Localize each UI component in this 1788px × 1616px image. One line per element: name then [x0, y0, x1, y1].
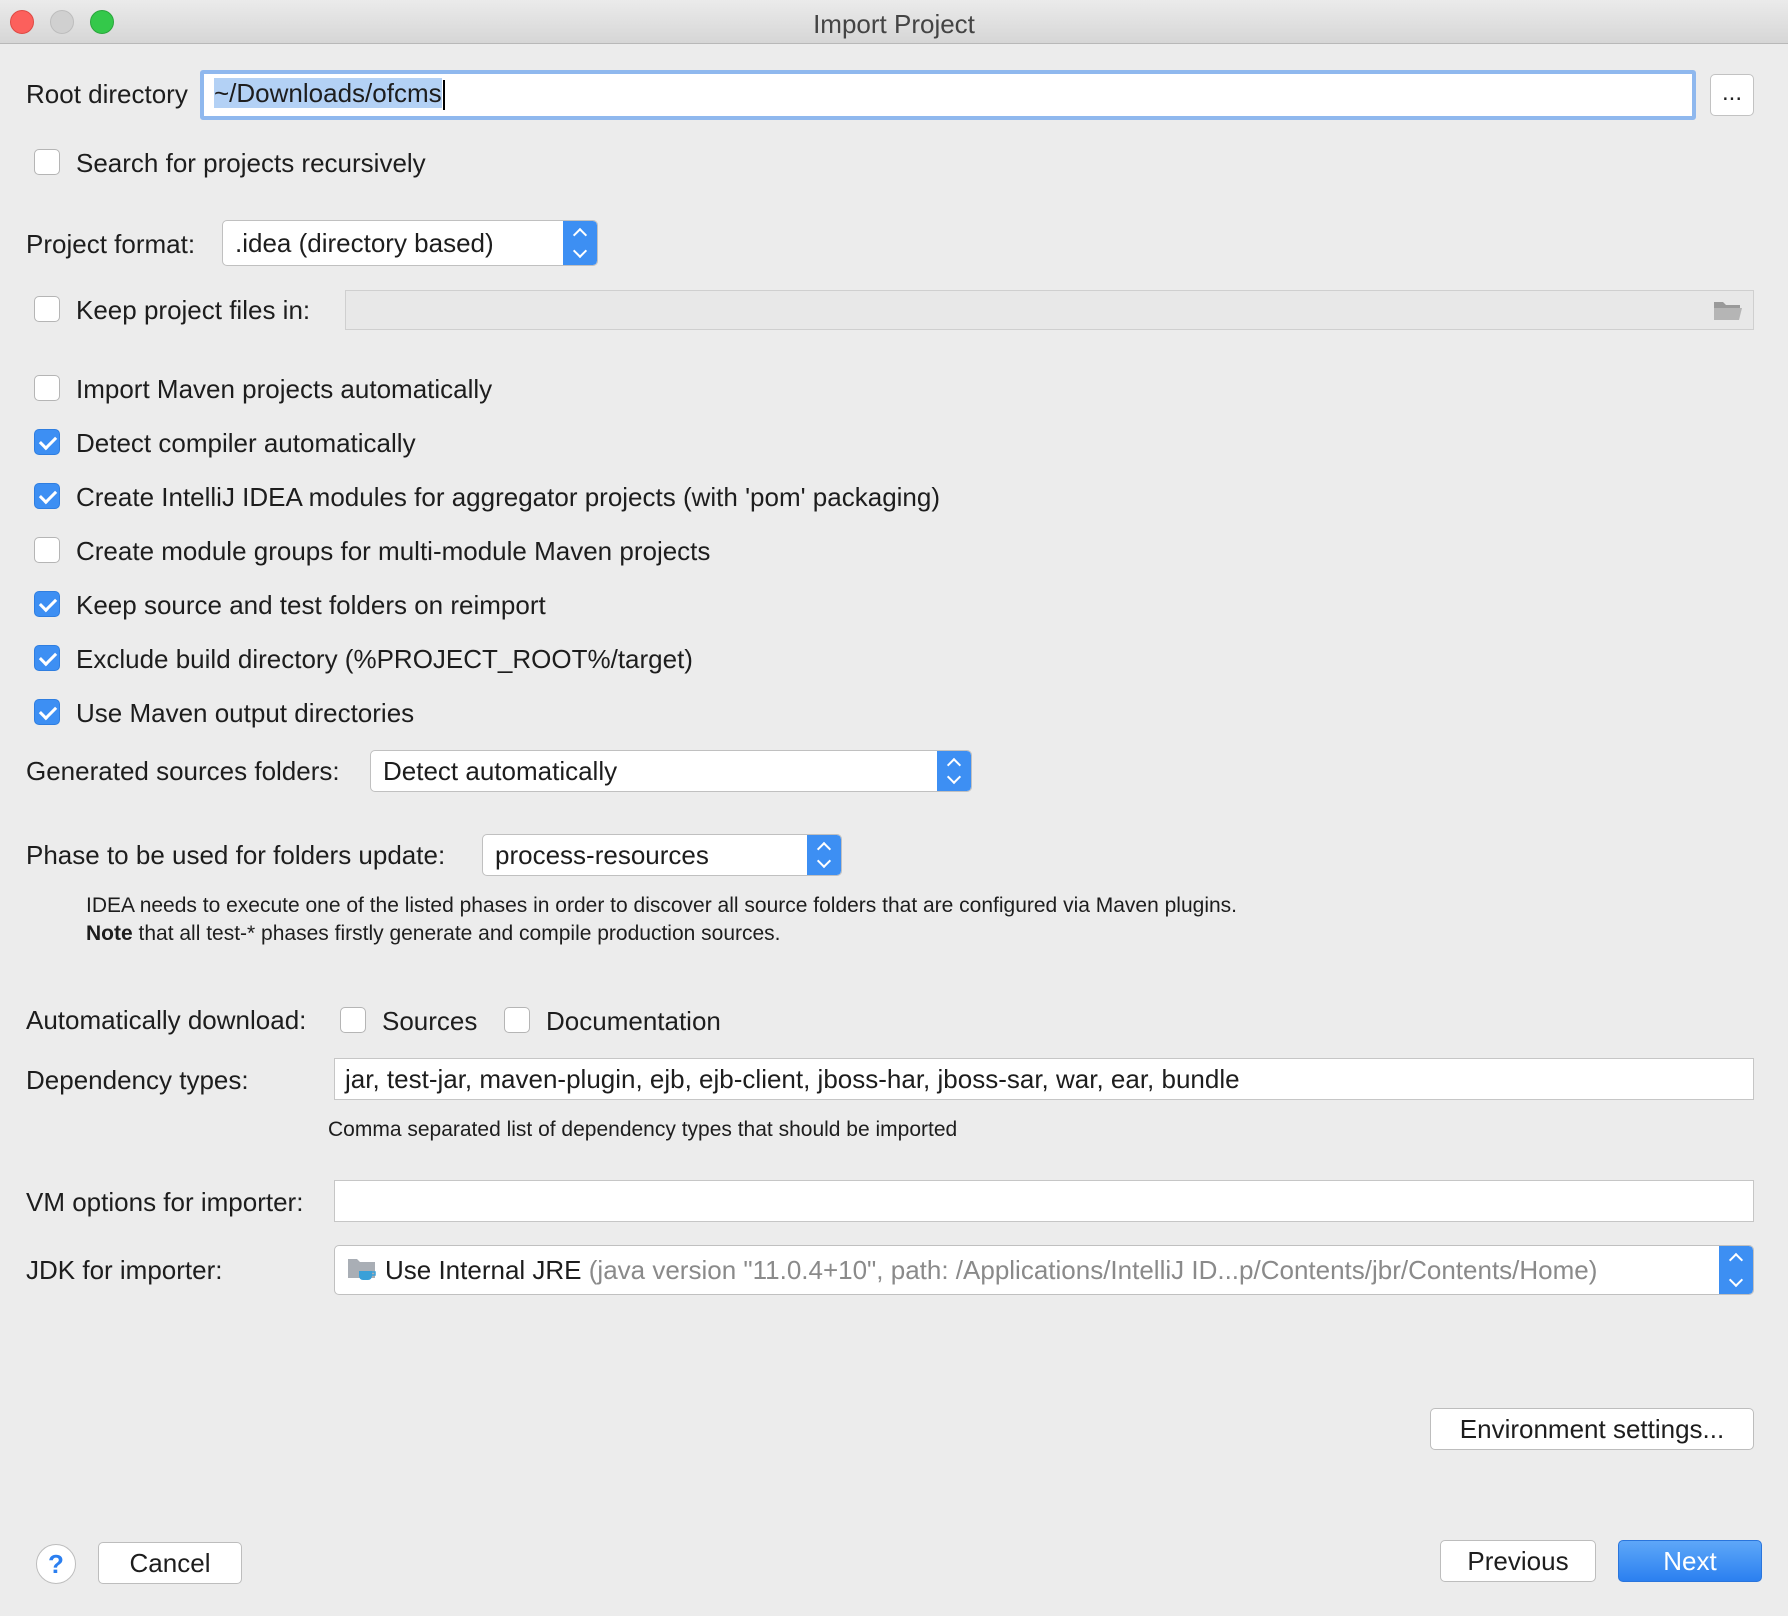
dependency-types-input[interactable]: jar, test-jar, maven-plugin, ejb, ejb-cl… [334, 1058, 1754, 1100]
jdk-folder-icon [348, 1259, 376, 1280]
cancel-button[interactable]: Cancel [98, 1542, 242, 1584]
vm-options-input[interactable] [334, 1180, 1754, 1222]
project-format-select[interactable]: .idea (directory based) [222, 220, 598, 266]
text-caret [442, 80, 445, 111]
root-directory-value: ~/Downloads/ofcms [214, 78, 442, 108]
keep-project-files-input[interactable] [345, 290, 1754, 330]
download-sources-label: Sources [382, 1006, 478, 1036]
project-format-label: Project format: [26, 229, 196, 259]
jdk-value-main: Use Internal JRE [385, 1255, 582, 1285]
vm-options-label: VM options for importer: [26, 1187, 304, 1217]
generated-sources-select[interactable]: Detect automatically [370, 750, 972, 792]
jdk-select[interactable]: Use Internal JRE (java version "11.0.4+1… [334, 1245, 1754, 1295]
generated-sources-value: Detect automatically [383, 756, 618, 786]
root-directory-input[interactable]: ~/Downloads/ofcms [200, 70, 1696, 120]
search-recursively-checkbox[interactable] [34, 149, 60, 175]
root-directory-label: Root directory [26, 79, 188, 109]
download-sources-checkbox[interactable] [340, 1007, 366, 1033]
maven-output-dirs-checkbox[interactable] [34, 699, 60, 725]
module-groups-label: Create module groups for multi-module Ma… [76, 536, 711, 566]
generated-sources-label: Generated sources folders: [26, 756, 340, 786]
phase-label: Phase to be used for folders update: [26, 840, 446, 870]
phase-value: process-resources [495, 840, 709, 870]
window-title: Import Project [813, 9, 975, 39]
environment-settings-button[interactable]: Environment settings... [1430, 1408, 1754, 1450]
exclude-build-dir-label: Exclude build directory (%PROJECT_ROOT%/… [76, 644, 693, 674]
select-arrows-icon [1719, 1246, 1753, 1294]
aggregator-modules-checkbox[interactable] [34, 483, 60, 509]
folder-open-icon[interactable] [1713, 299, 1743, 321]
dependency-types-label: Dependency types: [26, 1065, 249, 1095]
detect-compiler-label: Detect compiler automatically [76, 428, 416, 458]
browse-root-button[interactable]: ... [1710, 74, 1754, 116]
select-arrows-icon [807, 835, 841, 875]
import-maven-auto-label: Import Maven projects automatically [76, 374, 493, 404]
search-recursively-label: Search for projects recursively [76, 148, 426, 178]
import-maven-auto-checkbox[interactable] [34, 375, 60, 401]
phase-hint-line1: IDEA needs to execute one of the listed … [86, 894, 1238, 917]
module-groups-checkbox[interactable] [34, 537, 60, 563]
project-format-value: .idea (directory based) [235, 228, 494, 258]
next-button[interactable]: Next [1618, 1540, 1762, 1582]
detect-compiler-checkbox[interactable] [34, 429, 60, 455]
help-button[interactable]: ? [36, 1544, 76, 1584]
maven-output-dirs-label: Use Maven output directories [76, 698, 415, 728]
phase-select[interactable]: process-resources [482, 834, 842, 876]
phase-hint-text: that all test-* phases firstly generate … [132, 922, 781, 945]
phase-hint-line2: Note that all test-* phases firstly gene… [86, 922, 781, 946]
dependency-types-hint: Comma separated list of dependency types… [328, 1118, 958, 1141]
aggregator-modules-label: Create IntelliJ IDEA modules for aggrega… [76, 482, 941, 512]
keep-source-folders-checkbox[interactable] [34, 591, 60, 617]
keep-source-folders-label: Keep source and test folders on reimport [76, 590, 546, 620]
phase-hint-note: Note [86, 922, 133, 945]
title-bar: Import Project [0, 0, 1788, 44]
select-arrows-icon [937, 751, 971, 791]
auto-download-label: Automatically download: [26, 1005, 307, 1035]
jdk-value-detail: (java version "11.0.4+10", path: /Applic… [581, 1255, 1598, 1285]
previous-button[interactable]: Previous [1440, 1540, 1596, 1582]
keep-project-files-label: Keep project files in: [76, 295, 311, 325]
select-arrows-icon [563, 221, 597, 265]
jdk-label: JDK for importer: [26, 1255, 223, 1285]
keep-project-files-checkbox[interactable] [34, 296, 60, 322]
download-docs-checkbox[interactable] [504, 1007, 530, 1033]
exclude-build-dir-checkbox[interactable] [34, 645, 60, 671]
download-docs-label: Documentation [546, 1006, 721, 1036]
